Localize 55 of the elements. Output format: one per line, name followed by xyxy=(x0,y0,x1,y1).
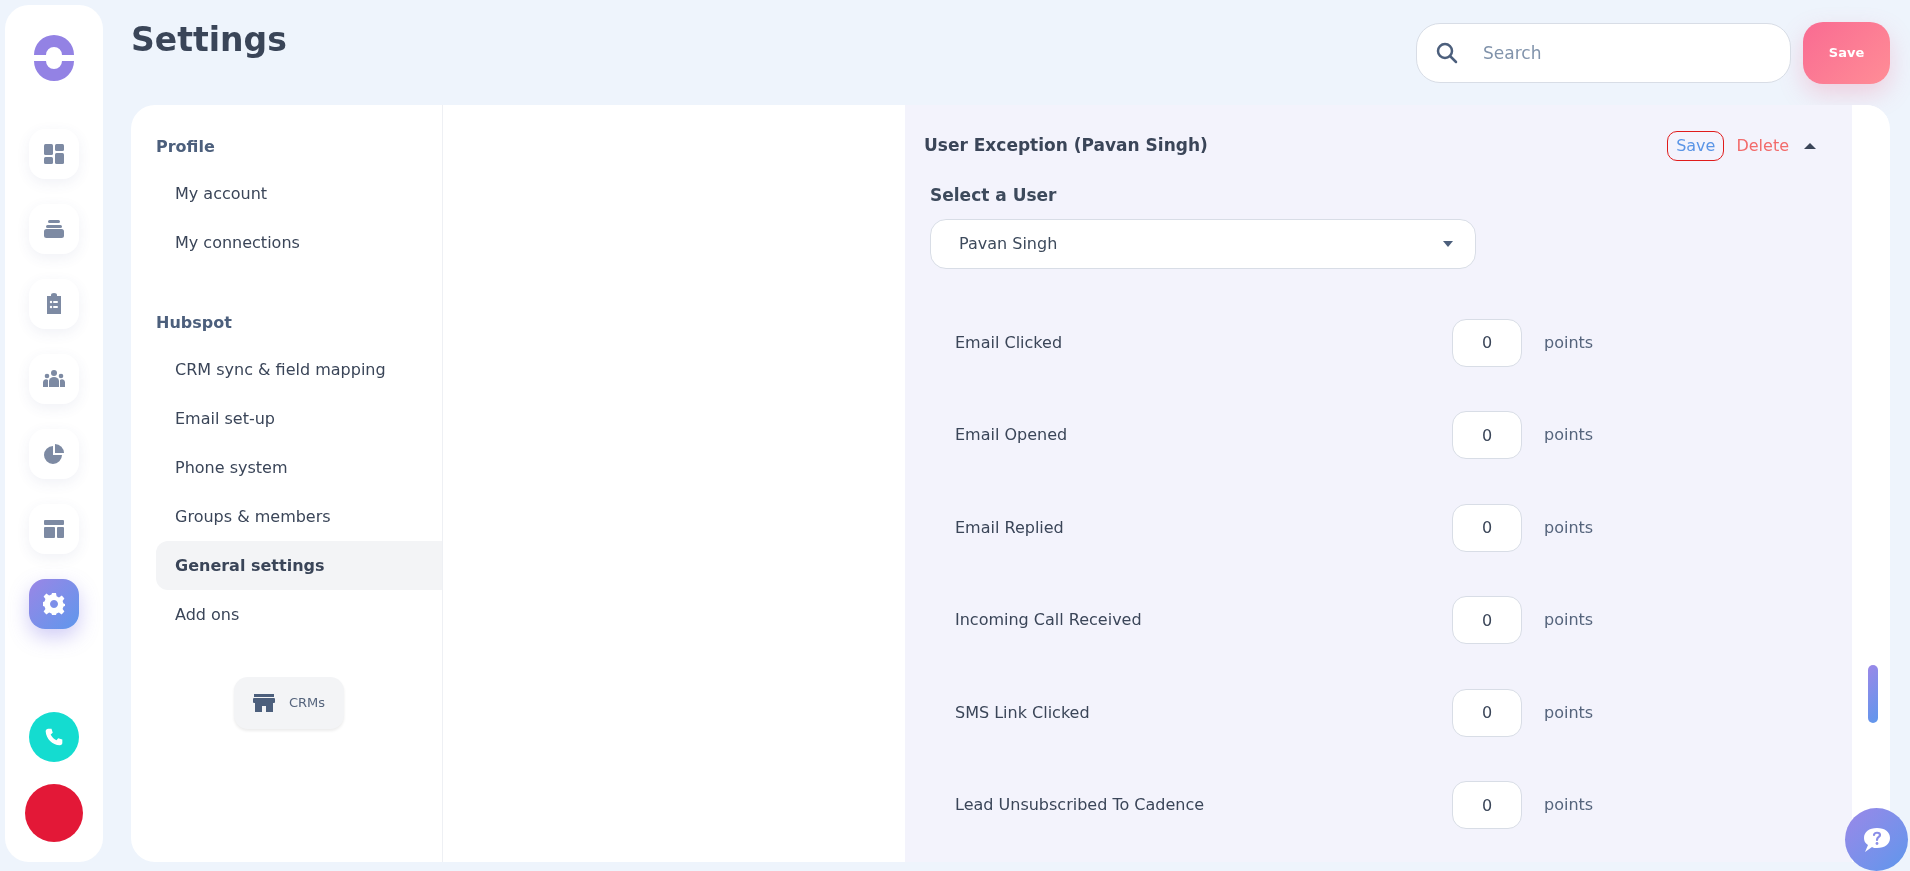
settings-icon xyxy=(42,592,66,616)
sidebar-button[interactable] xyxy=(29,204,79,254)
unit-label: points xyxy=(1544,424,1594,447)
sidebar-button[interactable] xyxy=(29,579,79,629)
unit-label: points xyxy=(1544,609,1594,632)
sidebar-button[interactable] xyxy=(29,504,79,554)
points-input[interactable]: 0 xyxy=(1452,318,1522,367)
user-select[interactable]: Pavan Singh xyxy=(930,218,1476,269)
pie-chart-icon xyxy=(42,442,66,466)
phone-icon xyxy=(44,727,64,747)
collapse-caret-icon[interactable] xyxy=(1803,142,1817,150)
unit-label: points xyxy=(1544,516,1594,539)
field-label: Select a User xyxy=(930,184,1058,207)
page-title: Settings xyxy=(131,20,287,60)
help-chat-icon xyxy=(1861,825,1892,854)
nav-item[interactable]: General settings xyxy=(156,541,442,590)
tray-icon xyxy=(42,217,66,241)
user-avatar[interactable] xyxy=(25,784,83,842)
sidebar-button[interactable] xyxy=(29,129,79,179)
unit-label: points xyxy=(1544,331,1594,354)
sidebar-button[interactable] xyxy=(29,354,79,404)
nav-item[interactable]: Groups & members xyxy=(156,492,442,541)
points-input[interactable]: 0 xyxy=(1452,503,1522,552)
nav-item[interactable]: Phone system xyxy=(156,443,442,492)
section-title: User Exception (Pavan Singh) xyxy=(924,134,1208,158)
nav-item[interactable]: Add ons xyxy=(156,590,442,639)
search-icon xyxy=(1436,42,1458,64)
unit-label: points xyxy=(1544,794,1594,817)
nav-item[interactable]: Email set-up xyxy=(156,394,442,443)
store-icon xyxy=(252,693,275,713)
row-label: Incoming Call Received xyxy=(955,609,1143,632)
logo-icon xyxy=(31,35,77,81)
scrollbar-thumb[interactable] xyxy=(1868,665,1878,723)
row-label: Email Clicked xyxy=(955,331,1064,354)
layout-icon xyxy=(42,517,66,541)
row-label: Email Opened xyxy=(955,424,1069,447)
points-input[interactable]: 0 xyxy=(1452,596,1522,645)
row-label: Lead Unsubscribed To Cadence xyxy=(955,794,1206,817)
search-field[interactable]: Search xyxy=(1416,23,1791,83)
section-heading: Hubspot xyxy=(156,312,233,334)
dashboard-icon xyxy=(42,142,66,166)
nav-item[interactable]: My account xyxy=(156,169,442,218)
crms-button[interactable]: CRMs xyxy=(234,677,344,729)
nav-item[interactable]: My connections xyxy=(156,218,442,267)
points-input[interactable]: 0 xyxy=(1452,411,1522,460)
row-label: Email Replied xyxy=(955,516,1065,539)
sidebar-button[interactable] xyxy=(29,429,79,479)
unit-label: points xyxy=(1544,701,1594,724)
dropdown-caret-icon xyxy=(1443,240,1453,247)
section-heading: Profile xyxy=(156,136,216,158)
points-input[interactable]: 0 xyxy=(1452,688,1522,737)
nav-item[interactable]: CRM sync & field mapping xyxy=(156,345,442,394)
row-label: SMS Link Clicked xyxy=(955,701,1091,724)
sidebar-button[interactable] xyxy=(29,279,79,329)
points-input[interactable]: 0 xyxy=(1452,781,1522,830)
